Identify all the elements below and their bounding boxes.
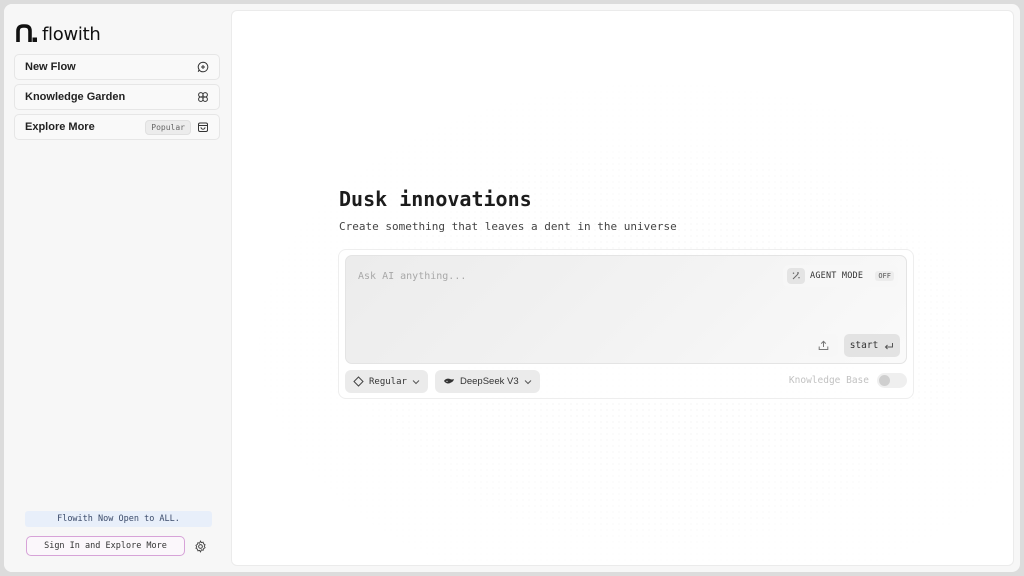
model-dropdown[interactable]: DeepSeek V3 — [435, 370, 540, 393]
main-panel: Dusk innovations Create something that l… — [231, 10, 1014, 566]
page-title: Dusk innovations — [339, 187, 532, 211]
toggle-knob — [879, 375, 890, 386]
enter-icon — [885, 342, 894, 349]
agent-mode-toggle[interactable]: AGENT MODE OFF — [783, 265, 898, 287]
knowledge-base-control: Knowledge Base — [789, 373, 907, 388]
sidebar-item-knowledge-garden[interactable]: Knowledge Garden — [14, 84, 220, 110]
sidebar-nav: New Flow Knowledge Garden Explore More P… — [14, 54, 220, 140]
shopping-bag-icon — [198, 122, 208, 132]
flowith-logo-icon — [16, 24, 37, 42]
garden-icon — [198, 92, 208, 102]
prompt-placeholder: Ask AI anything... — [358, 271, 467, 282]
sidebar-item-new-flow[interactable]: New Flow — [14, 54, 220, 80]
sidebar: flowith New Flow Knowledge Garden Explor… — [4, 4, 226, 572]
brand-name: flowith — [42, 23, 101, 45]
whale-icon — [444, 378, 454, 383]
agent-sparkle-icon — [792, 272, 800, 280]
diamond-icon — [353, 376, 364, 387]
sidebar-item-explore-more[interactable]: Explore More Popular — [14, 114, 220, 140]
composer: Ask AI anything... AGENT MODE OFF start … — [338, 249, 914, 399]
start-label: start — [849, 340, 879, 351]
model-label: DeepSeek V3 — [460, 376, 519, 387]
gear-icon[interactable] — [194, 540, 207, 553]
announcement-banner[interactable]: Flowith Now Open to ALL. — [25, 511, 212, 527]
nav-item-right: Popular — [145, 119, 209, 135]
sidebar-item-label: New Flow — [25, 61, 76, 73]
chevron-down-icon — [412, 379, 420, 384]
agent-mode-label: AGENT MODE — [810, 271, 864, 281]
new-chat-icon — [197, 61, 209, 73]
app-window: flowith New Flow Knowledge Garden Explor… — [4, 4, 1020, 572]
chevron-down-icon — [524, 379, 531, 384]
sign-in-button[interactable]: Sign In and Explore More — [26, 536, 185, 556]
knowledge-base-label: Knowledge Base — [788, 375, 869, 386]
popular-badge: Popular — [145, 119, 191, 135]
mode-label: Regular — [369, 376, 407, 387]
upload-icon — [818, 340, 828, 350]
mode-dropdown[interactable]: Regular — [345, 370, 428, 393]
start-button[interactable]: start — [844, 334, 900, 357]
sidebar-item-label: Explore More — [25, 121, 95, 133]
knowledge-base-toggle[interactable] — [877, 373, 907, 388]
upload-button[interactable] — [808, 334, 838, 357]
agent-icon-box — [787, 268, 805, 284]
page-subtitle: Create something that leaves a dent in t… — [339, 220, 677, 233]
sidebar-item-label: Knowledge Garden — [25, 91, 126, 103]
agent-mode-state: OFF — [875, 271, 894, 281]
brand-logo[interactable]: flowith — [16, 22, 101, 46]
prompt-input[interactable]: Ask AI anything... AGENT MODE OFF start — [345, 255, 907, 364]
